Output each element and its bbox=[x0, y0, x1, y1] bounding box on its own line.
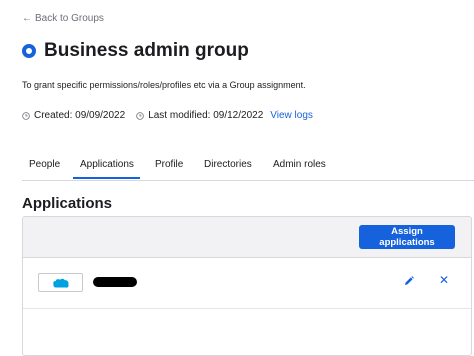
created-date: Created: 09/09/2022 bbox=[34, 110, 126, 121]
back-to-groups-link[interactable]: ← Back to Groups bbox=[22, 13, 104, 24]
redacted-app-name bbox=[93, 277, 137, 287]
salesforce-logo bbox=[38, 273, 83, 292]
page-title: Business admin group bbox=[44, 40, 249, 61]
group-metadata: Created: 09/09/2022 Last modified: 09/12… bbox=[22, 110, 313, 121]
tab-admin-roles[interactable]: Admin roles bbox=[273, 159, 326, 170]
panel-header: Assign applications bbox=[23, 217, 471, 258]
tab-people[interactable]: People bbox=[29, 159, 60, 170]
edit-pencil-icon[interactable] bbox=[403, 275, 415, 287]
cloud-icon bbox=[52, 278, 69, 288]
tab-profile[interactable]: Profile bbox=[155, 159, 183, 170]
tab-bar: People Applications Profile Directories … bbox=[22, 150, 474, 181]
section-title: Applications bbox=[22, 195, 113, 212]
clock-icon bbox=[22, 111, 30, 120]
tab-directories[interactable]: Directories bbox=[204, 159, 252, 170]
last-modified-date: Last modified: 09/12/2022 bbox=[148, 110, 264, 121]
view-logs-link[interactable]: View logs bbox=[270, 110, 313, 121]
back-label: Back to Groups bbox=[35, 13, 104, 24]
application-row: ✕ bbox=[23, 258, 471, 309]
page-header: Business admin group bbox=[22, 40, 249, 62]
back-arrow-icon: ← bbox=[22, 13, 32, 24]
applications-panel: Assign applications ✕ bbox=[22, 216, 472, 356]
group-icon bbox=[22, 44, 36, 58]
active-tab-indicator bbox=[73, 177, 140, 179]
assign-applications-button[interactable]: Assign applications bbox=[359, 225, 455, 249]
group-description: To grant specific permissions/roles/prof… bbox=[22, 80, 306, 90]
tab-applications[interactable]: Applications bbox=[80, 159, 134, 170]
clock-icon bbox=[136, 111, 144, 120]
remove-close-icon[interactable]: ✕ bbox=[439, 273, 449, 287]
